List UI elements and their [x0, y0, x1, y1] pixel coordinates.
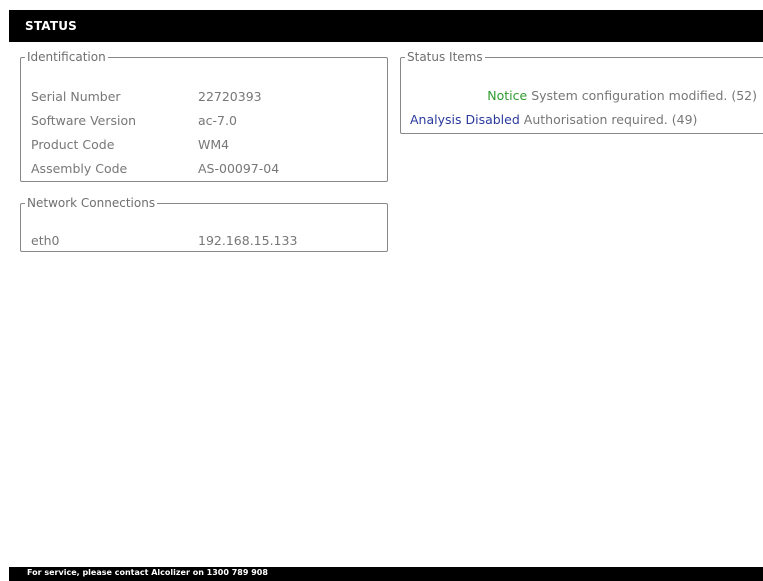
status-level-analysis-disabled: Analysis Disabled	[410, 112, 520, 127]
status-items-legend: Status Items	[407, 50, 483, 64]
assembly-code-value: AS-00097-04	[198, 161, 280, 176]
network-connections-legend: Network Connections	[27, 196, 156, 210]
status-level-notice: Notice	[487, 88, 528, 103]
status-screen: STATUS Identification Serial Number 2272…	[0, 0, 763, 581]
product-code-label: Product Code	[31, 137, 115, 152]
serial-number-label: Serial Number	[31, 89, 121, 104]
status-message-notice: System configuration modified. (52)	[531, 88, 757, 103]
status-message-analysis-disabled: Authorisation required. (49)	[523, 112, 698, 127]
footer-bar: For service, please contact Alcolizer on…	[9, 567, 763, 581]
service-contact-text: For service, please contact Alcolizer on…	[27, 568, 268, 577]
serial-number-value: 22720393	[198, 89, 262, 104]
status-items-group: Status Items Notice System configuration…	[400, 50, 763, 134]
status-item-notice: Notice System configuration modified. (5…	[487, 88, 757, 103]
identification-group: Identification Serial Number 22720393 So…	[20, 50, 388, 182]
assembly-code-label: Assembly Code	[31, 161, 128, 176]
identification-legend: Identification	[27, 50, 106, 64]
product-code-value: WM4	[198, 137, 230, 152]
page-title: STATUS	[25, 19, 78, 33]
interface-name: eth0	[31, 233, 60, 248]
left-edge	[0, 0, 9, 581]
main-content: Identification Serial Number 22720393 So…	[9, 42, 763, 567]
interface-address: 192.168.15.133	[198, 233, 298, 248]
status-item-analysis-disabled: Analysis Disabled Authorisation required…	[410, 112, 697, 127]
network-connections-group: Network Connections eth0 192.168.15.133	[20, 196, 388, 252]
header-bar: STATUS	[9, 10, 763, 42]
software-version-value: ac-7.0	[198, 113, 237, 128]
software-version-label: Software Version	[31, 113, 137, 128]
